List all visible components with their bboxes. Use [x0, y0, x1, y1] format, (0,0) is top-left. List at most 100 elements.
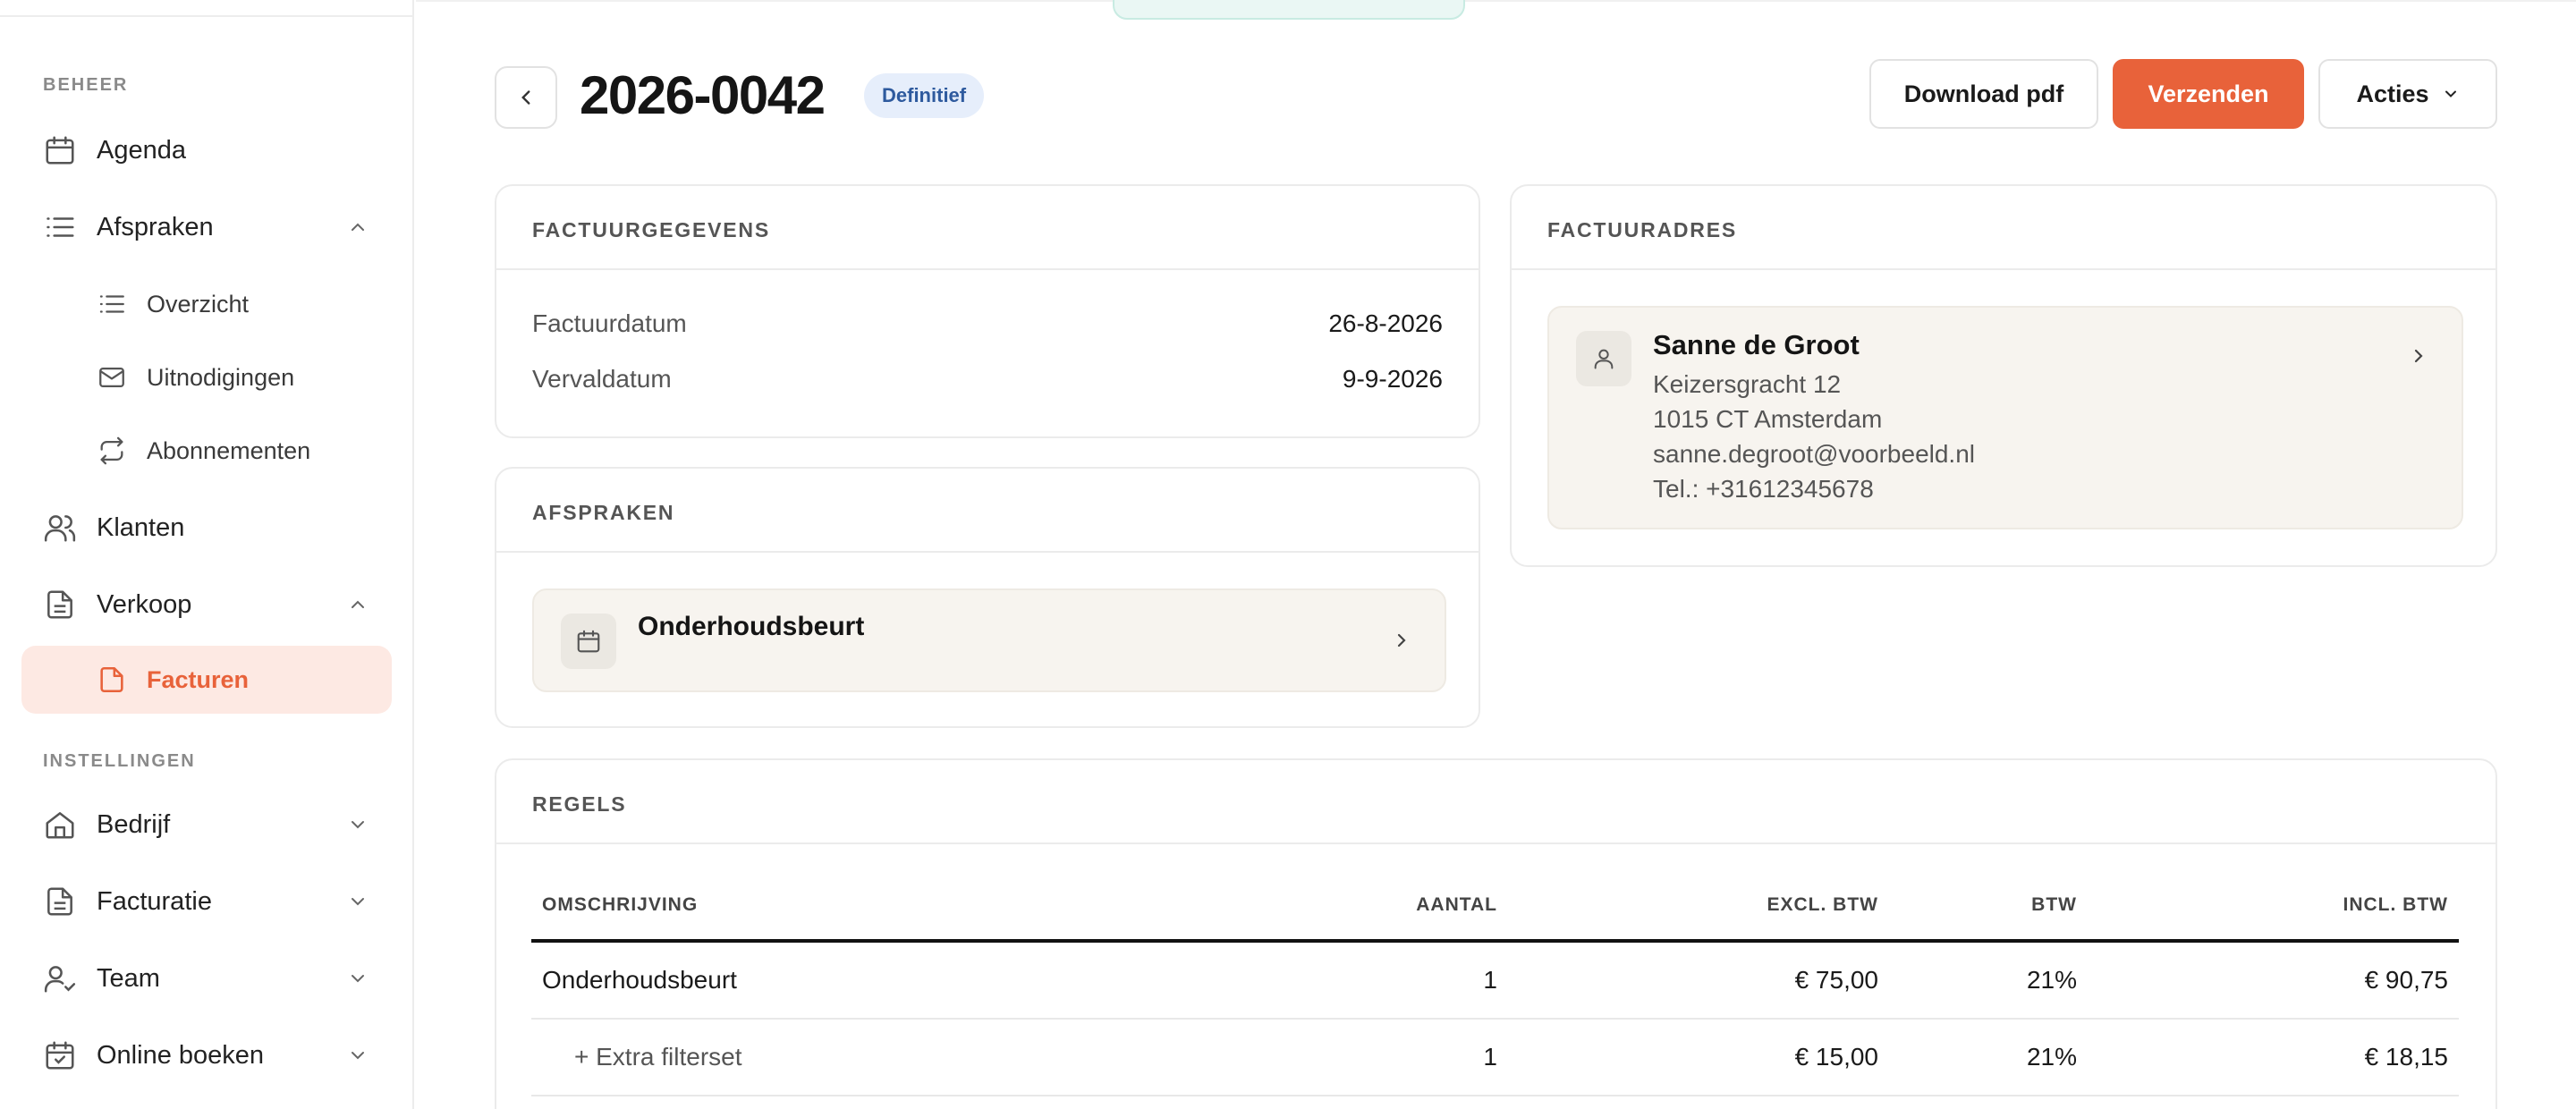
- appointment-item[interactable]: Onderhoudsbeurt: [532, 588, 1446, 692]
- chevron-down-icon: [347, 891, 369, 912]
- sidebar-item-label: Overzicht: [147, 290, 250, 317]
- card-title: FACTUURGEGEVENS: [532, 218, 770, 241]
- cell-incl: € 18,15: [2364, 1043, 2448, 1071]
- sidebar-item-label: Facturen: [147, 665, 250, 693]
- invoice-details-card: FACTUURGEGEVENS Factuurdatum 26-8-2026 V…: [495, 184, 1480, 438]
- list-icon: [43, 210, 77, 244]
- column-header-incl: INCL. BTW: [2343, 894, 2448, 915]
- sidebar-item-label: Verkoop: [97, 589, 192, 619]
- actions-label: Acties: [2356, 80, 2429, 107]
- document-icon: [43, 885, 77, 919]
- download-pdf-button[interactable]: Download pdf: [1869, 59, 2098, 129]
- chevron-up-icon: [347, 594, 369, 615]
- cell-excl: € 75,00: [1794, 966, 1878, 994]
- sidebar-item-label: Abonnementen: [147, 436, 311, 464]
- card-header: REGELS: [496, 760, 2496, 844]
- sidebar-item-verkoop[interactable]: Verkoop: [21, 571, 392, 639]
- card-title: REGELS: [532, 792, 627, 816]
- card-header: AFSPRAKEN: [496, 469, 1479, 553]
- calendar-icon: [43, 133, 77, 167]
- sidebar-item-klanten[interactable]: Klanten: [21, 494, 392, 562]
- chevron-right-icon: [2408, 345, 2429, 367]
- cell-incl: € 90,75: [2364, 966, 2448, 994]
- page-title: 2026-0042: [580, 65, 826, 125]
- cell-description: + Extra filterset: [574, 1043, 742, 1071]
- card-header: FACTUURADRES: [1512, 186, 2496, 270]
- app: BEHEER Agenda Afspraken Overzicht Uitnod…: [0, 0, 2576, 1109]
- invoice-date-label: Factuurdatum: [532, 309, 687, 337]
- chevron-up-icon: [347, 216, 369, 238]
- sidebar-item-label: Klanten: [97, 512, 185, 542]
- customer-name: Sanne de Groot: [1653, 329, 1860, 360]
- sidebar-item-afspraken[interactable]: Afspraken: [21, 193, 392, 261]
- column-header-vat: BTW: [2031, 894, 2077, 915]
- cell-excl: € 15,00: [1794, 1043, 1878, 1071]
- section-title-beheer: BEHEER: [43, 75, 129, 95]
- users-icon: [43, 511, 77, 545]
- chevron-right-icon: [1391, 630, 1412, 651]
- top-divider: [416, 0, 2576, 2]
- repeat-icon: [97, 436, 127, 466]
- sidebar-item-uitnodigingen[interactable]: Uitnodigingen: [21, 343, 392, 411]
- file-icon: [97, 665, 127, 695]
- chevron-left-icon: [514, 86, 538, 109]
- toast-notification: [1113, 0, 1465, 20]
- sidebar-item-label: Facturatie: [97, 886, 212, 916]
- appointment-title: Onderhoudsbeurt: [638, 612, 865, 641]
- table-row[interactable]: + Extra filterset 1 € 15,00 21% € 18,15: [531, 1020, 2459, 1096]
- card-header: FACTUURGEGEVENS: [496, 186, 1479, 270]
- sidebar-item-bedrijf[interactable]: Bedrijf: [21, 791, 392, 859]
- column-header-description: OMSCHRIJVING: [542, 894, 699, 915]
- sidebar-item-abonnementen[interactable]: Abonnementen: [21, 417, 392, 485]
- mail-icon: [97, 362, 127, 393]
- sidebar-item-online-boeken[interactable]: Online boeken: [21, 1021, 392, 1089]
- sidebar-item-label: Agenda: [97, 135, 186, 165]
- cell-vat: 21%: [2026, 1043, 2077, 1071]
- chevron-down-icon: [347, 968, 369, 989]
- sidebar-item-label: Afspraken: [97, 212, 214, 241]
- sidebar-item-overzicht[interactable]: Overzicht: [21, 270, 392, 338]
- sidebar-item-agenda[interactable]: Agenda: [21, 116, 392, 184]
- address-phone: Tel.: +31612345678: [1653, 475, 1874, 503]
- column-header-excl: EXCL. BTW: [1767, 894, 1878, 915]
- user-check-icon: [43, 961, 77, 995]
- sidebar: BEHEER Agenda Afspraken Overzicht Uitnod…: [0, 0, 414, 1109]
- cell-description: Onderhoudsbeurt: [542, 966, 737, 994]
- column-header-quantity: AANTAL: [1416, 894, 1497, 915]
- document-icon: [43, 588, 77, 622]
- back-button[interactable]: [495, 66, 557, 129]
- sidebar-item-label: Bedrijf: [97, 809, 171, 839]
- list-icon: [97, 289, 127, 319]
- chevron-down-icon: [347, 1045, 369, 1066]
- address-tile[interactable]: Sanne de Groot Keizersgracht 12 1015 CT …: [1547, 306, 2463, 529]
- table-header: OMSCHRIJVING AANTAL EXCL. BTW BTW INCL. …: [531, 894, 2459, 941]
- send-button[interactable]: Verzenden: [2113, 59, 2304, 129]
- sidebar-top-divider: [0, 15, 414, 17]
- home-icon: [43, 808, 77, 842]
- card-title: FACTUURADRES: [1547, 218, 1737, 241]
- chevron-down-icon: [347, 814, 369, 835]
- calendar-icon: [561, 614, 616, 669]
- sidebar-item-facturen[interactable]: Facturen: [21, 646, 392, 714]
- due-date-label: Vervaldatum: [532, 365, 672, 393]
- cell-vat: 21%: [2026, 966, 2077, 994]
- sidebar-item-team[interactable]: Team: [21, 944, 392, 1012]
- address-lines: Keizersgracht 12 1015 CT Amsterdam sanne…: [1653, 367, 1975, 506]
- table-row[interactable]: Onderhoudsbeurt 1 € 75,00 21% € 90,75: [531, 943, 2459, 1020]
- address-city: 1015 CT Amsterdam: [1653, 405, 1883, 433]
- actions-dropdown[interactable]: Acties: [2318, 59, 2497, 129]
- invoice-date-value: 26-8-2026: [1328, 309, 1443, 337]
- billing-address-card: FACTUURADRES Sanne de Groot Keizersgrach…: [1510, 184, 2497, 567]
- cell-quantity: 1: [1483, 1043, 1497, 1071]
- sidebar-item-facturatie[interactable]: Facturatie: [21, 868, 392, 935]
- address-email: sanne.degroot@voorbeeld.nl: [1653, 440, 1976, 468]
- address-street: Keizersgracht 12: [1653, 370, 1842, 398]
- status-badge: Definitief: [864, 73, 985, 118]
- chevron-down-icon: [2442, 85, 2460, 103]
- card-title: AFSPRAKEN: [532, 501, 675, 524]
- appointments-card: AFSPRAKEN Onderhoudsbeurt: [495, 467, 1480, 728]
- calendar-check-icon: [43, 1038, 77, 1072]
- section-title-instellingen: INSTELLINGEN: [43, 751, 196, 771]
- sidebar-item-label: Uitnodigingen: [147, 363, 295, 391]
- user-icon: [1576, 331, 1631, 386]
